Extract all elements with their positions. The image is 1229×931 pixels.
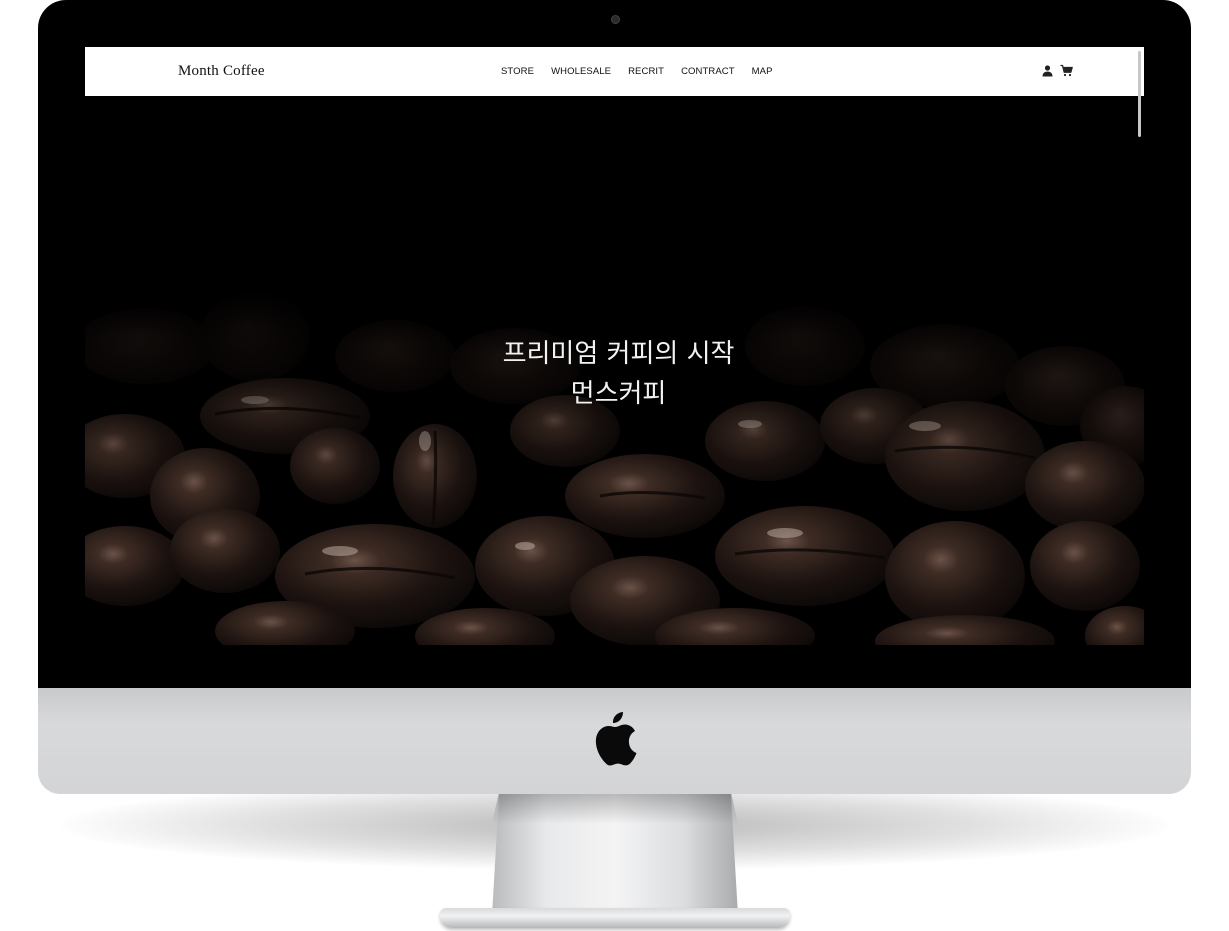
hero-line-1: 프리미엄 커피의 시작: [502, 339, 735, 369]
nav-item-map[interactable]: MAP: [752, 66, 773, 77]
nav-item-recrit[interactable]: RECRIT: [628, 66, 664, 77]
main-nav: STORE WHOLESALE RECRIT CONTRACT MAP: [501, 66, 790, 77]
nav-item-wholesale[interactable]: WHOLESALE: [551, 66, 611, 77]
monitor-base: [440, 908, 790, 928]
brand-logo[interactable]: Month Coffee: [178, 63, 265, 80]
user-icon[interactable]: [1041, 64, 1054, 77]
site-header: Month Coffee STORE WHOLESALE RECRIT CONT…: [85, 47, 1144, 96]
nav-item-store[interactable]: STORE: [501, 66, 534, 77]
mockup-stage: Month Coffee STORE WHOLESALE RECRIT CONT…: [0, 0, 1229, 931]
camera-icon: [611, 15, 620, 24]
vertical-scrollbar[interactable]: [1138, 51, 1141, 137]
apple-logo-icon: [595, 712, 637, 766]
monitor-stand-shade: [492, 790, 738, 824]
browser-screen: Month Coffee STORE WHOLESALE RECRIT CONT…: [85, 47, 1144, 645]
header-actions: [1041, 64, 1073, 77]
cart-icon[interactable]: [1060, 64, 1073, 77]
hero-banner: 프리미엄 커피의 시작 먼스커피: [85, 96, 1144, 645]
nav-item-contract[interactable]: CONTRACT: [681, 66, 735, 77]
hero-line-2: 먼스커피: [570, 379, 667, 409]
hero-headline: 프리미엄 커피의 시작 먼스커피: [85, 334, 1144, 414]
